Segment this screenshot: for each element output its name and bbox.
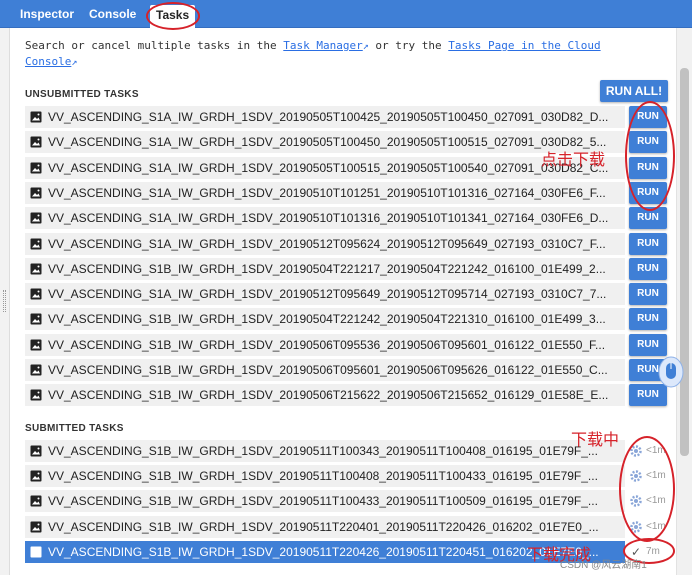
tab-console[interactable]: Console [83,4,142,24]
run-task-button[interactable]: RUN [629,308,667,331]
image-icon [30,162,42,174]
task-name: VV_ASCENDING_S1B_IW_GRDH_1SDV_20190511T2… [48,519,599,534]
task-elapsed-time: <1m [646,470,666,482]
unsubmitted-task-row: VV_ASCENDING_S1A_IW_GRDH_1SDV_20190512T0… [25,232,625,255]
run-task-button[interactable]: RUN [629,207,667,230]
image-icon [30,546,42,558]
unsubmitted-task-row: VV_ASCENDING_S1B_IW_GRDH_1SDV_20190506T0… [25,333,625,356]
image-icon [30,111,42,123]
panel-resize-edge[interactable] [0,28,10,575]
unsubmitted-task-row: VV_ASCENDING_S1A_IW_GRDH_1SDV_20190510T1… [25,207,625,230]
task-name: VV_ASCENDING_S1B_IW_GRDH_1SDV_20190504T2… [48,261,606,276]
tab-bar: Inspector Console Tasks [0,0,692,28]
run-task-button[interactable]: RUN [629,257,667,280]
image-icon [30,445,42,457]
mouse-cursor-icon [658,356,684,388]
unsubmitted-task-row: VV_ASCENDING_S1A_IW_GRDH_1SDV_20190505T1… [25,131,625,154]
image-icon [30,389,42,401]
unsubmitted-task-row: VV_ASCENDING_S1B_IW_GRDH_1SDV_20190504T2… [25,257,625,280]
submitted-tasks-heading: SUBMITTED TASKS [25,423,124,434]
submitted-task-row[interactable]: VV_ASCENDING_S1B_IW_GRDH_1SDV_20190511T1… [25,490,625,513]
task-name: VV_ASCENDING_S1B_IW_GRDH_1SDV_20190506T2… [48,388,609,403]
spinner-gear-icon [630,470,642,482]
task-name: VV_ASCENDING_S1B_IW_GRDH_1SDV_20190511T1… [48,444,598,458]
task-name: VV_ASCENDING_S1A_IW_GRDH_1SDV_20190512T0… [48,287,607,302]
resize-grip-icon[interactable] [3,290,6,312]
task-name: VV_ASCENDING_S1A_IW_GRDH_1SDV_20190512T0… [48,236,606,251]
task-name: VV_ASCENDING_S1A_IW_GRDH_1SDV_20190505T1… [48,135,607,150]
submitted-task-row[interactable]: VV_ASCENDING_S1B_IW_GRDH_1SDV_20190511T2… [25,515,625,538]
intro-text-1: Search or cancel multiple tasks in the [25,39,284,52]
image-icon [30,187,42,199]
image-icon [30,364,42,376]
task-elapsed-time: 7m [646,545,660,557]
run-task-button[interactable]: RUN [629,131,667,154]
external-link-icon: ↗ [71,57,78,68]
task-elapsed-time: <1m [646,445,666,456]
tab-inspector[interactable]: Inspector [14,4,80,24]
task-name: VV_ASCENDING_S1B_IW_GRDH_1SDV_20190511T1… [48,494,598,509]
run-task-button[interactable]: RUN [629,181,667,204]
task-status: <1m [629,465,674,487]
task-name: VV_ASCENDING_S1B_IW_GRDH_1SDV_20190511T2… [48,544,599,559]
unsubmitted-task-row: VV_ASCENDING_S1B_IW_GRDH_1SDV_20190504T2… [25,308,625,331]
spinner-gear-icon [630,520,642,533]
submitted-task-row[interactable]: VV_ASCENDING_S1B_IW_GRDH_1SDV_20190511T2… [25,540,625,563]
unsubmitted-task-row: VV_ASCENDING_S1B_IW_GRDH_1SDV_20190506T0… [25,359,625,381]
image-icon [30,212,42,224]
tab-tasks[interactable]: Tasks [150,5,196,28]
tasks-intro: Search or cancel multiple tasks in the T… [25,38,625,70]
spinner-gear-icon [630,495,642,508]
image-icon [30,470,42,482]
task-name: VV_ASCENDING_S1A_IW_GRDH_1SDV_20190510T1… [48,211,609,226]
image-icon [30,238,42,249]
run-task-button[interactable]: RUN [629,333,667,356]
run-task-button[interactable]: RUN [629,232,667,255]
task-status: <1m [629,490,674,512]
image-icon [30,263,42,275]
intro-text-2: or try the [368,39,449,52]
image-icon [30,521,42,533]
submitted-task-row[interactable]: VV_ASCENDING_S1B_IW_GRDH_1SDV_20190511T1… [25,465,625,488]
unsubmitted-task-row: VV_ASCENDING_S1A_IW_GRDH_1SDV_20190510T1… [25,181,625,204]
task-elapsed-time: <1m [646,495,666,507]
task-name: VV_ASCENDING_S1B_IW_GRDH_1SDV_20190506T0… [48,363,608,377]
image-icon [30,288,42,300]
task-name: VV_ASCENDING_S1B_IW_GRDH_1SDV_20190506T0… [48,337,606,352]
image-icon [30,339,42,351]
task-name: VV_ASCENDING_S1A_IW_GRDH_1SDV_20190505T1… [48,110,609,124]
run-task-button[interactable]: RUN [629,283,667,306]
image-icon [30,136,42,148]
task-name: VV_ASCENDING_S1A_IW_GRDH_1SDV_20190510T1… [48,185,606,200]
task-name: VV_ASCENDING_S1B_IW_GRDH_1SDV_20190504T2… [48,312,606,327]
run-task-button[interactable]: RUN [629,156,667,179]
unsubmitted-task-row: VV_ASCENDING_S1A_IW_GRDH_1SDV_20190505T1… [25,106,625,128]
task-manager-link[interactable]: Task Manager [283,39,362,52]
watermark: CSDN @风云湖南1 [560,560,647,571]
task-status: <1m [629,516,674,538]
task-name: VV_ASCENDING_S1A_IW_GRDH_1SDV_20190505T1… [48,160,609,175]
task-status: <1m [629,440,674,462]
run-task-button[interactable]: RUN [629,106,667,128]
task-name: VV_ASCENDING_S1B_IW_GRDH_1SDV_20190511T1… [48,469,598,484]
unsubmitted-task-row: VV_ASCENDING_S1A_IW_GRDH_1SDV_20190512T0… [25,283,625,306]
unsubmitted-task-row: VV_ASCENDING_S1B_IW_GRDH_1SDV_20190506T2… [25,384,625,407]
unsubmitted-tasks-heading: UNSUBMITTED TASKS [25,89,139,100]
unsubmitted-task-row: VV_ASCENDING_S1A_IW_GRDH_1SDV_20190505T1… [25,156,625,179]
submitted-task-row[interactable]: VV_ASCENDING_S1B_IW_GRDH_1SDV_20190511T1… [25,440,625,462]
spinner-gear-icon [630,445,642,457]
image-icon [30,495,42,507]
task-elapsed-time: <1m [646,520,666,532]
image-icon [30,313,42,325]
run-all-button[interactable]: RUN ALL! [600,80,668,102]
vertical-scrollbar[interactable] [676,28,692,575]
scrollbar-thumb[interactable] [680,68,689,456]
